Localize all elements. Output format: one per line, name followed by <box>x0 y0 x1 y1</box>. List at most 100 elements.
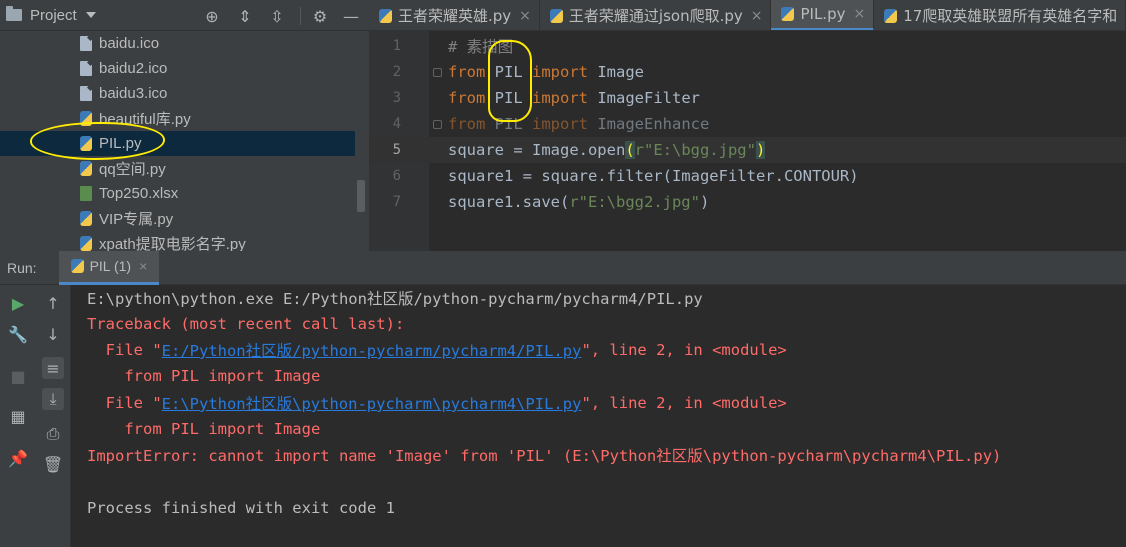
code-segment: ) <box>699 193 710 211</box>
arrow-up-icon[interactable]: ↑ <box>42 292 64 314</box>
chevron-down-icon[interactable] <box>85 12 96 18</box>
module-name: PIL <box>485 115 532 133</box>
python-file-icon <box>80 111 92 126</box>
rerun-icon[interactable]: ▶ <box>7 292 29 314</box>
editor-tab-label: 王者荣耀通过json爬取.py <box>568 7 743 25</box>
close-icon[interactable]: × <box>139 258 147 274</box>
minimize-icon[interactable]: — <box>341 6 361 26</box>
gear-icon[interactable]: ⚙ <box>310 6 330 26</box>
python-file-icon <box>884 8 898 23</box>
import-name: ImageEnhance <box>588 115 710 133</box>
editor-tab-label: 王者荣耀英雄.py <box>398 7 512 25</box>
editor: 王者荣耀英雄.py × 王者荣耀通过json爬取.py × PIL.py × 17爬取英雄联… <box>369 0 1126 251</box>
run-toolbar-primary: ▶ 🔧 ■ ▦ 📌 <box>0 285 36 547</box>
tree-item-label: PIL.py <box>99 135 142 152</box>
keyword: from <box>448 115 486 133</box>
file-link[interactable]: E:\Python社区版\python-pycharm\pycharm4\PIL… <box>162 392 582 414</box>
tree-item-label: Top250.xlsx <box>99 185 179 202</box>
editor-tab[interactable]: 王者荣耀通过json爬取.py × <box>540 0 772 30</box>
tree-item[interactable]: Top250.xlsx <box>0 181 355 206</box>
tree-item-label: beautiful库.py <box>99 111 191 128</box>
code-line-3[interactable]: 3 from PIL import ImageFilter <box>369 85 1126 111</box>
python-file-icon <box>549 8 563 23</box>
arrow-down-icon[interactable]: ↓ <box>42 323 64 345</box>
console-line-code-1: from PIL import Image <box>87 367 321 385</box>
print-icon[interactable]: ⎙ <box>42 423 64 445</box>
tree-item[interactable]: beautiful库.py <box>0 106 355 131</box>
tree-item[interactable]: VIP专属.py <box>0 206 355 231</box>
run-toolbar-secondary: ↑ ↓ ≡ ⤓ ⎙ 🗑 <box>36 285 71 547</box>
scroll-to-end-icon[interactable]: ⤓ <box>42 388 64 410</box>
locate-icon[interactable]: ⊕ <box>202 6 222 26</box>
python-file-icon <box>379 8 392 23</box>
code-line-7[interactable]: 7 square1.save(r"E:\bgg2.jpg") <box>369 189 1126 215</box>
import-name: ImageFilter <box>588 89 700 107</box>
keyword: from <box>448 63 486 81</box>
tree-item-label: VIP专属.py <box>99 211 174 228</box>
console-text: File " <box>87 341 162 359</box>
code-segment: square = Image.open <box>448 141 626 159</box>
code-line-6[interactable]: 6 square1 = square.filter(ImageFilter.CO… <box>369 163 1126 189</box>
pin-icon[interactable]: 📌 <box>7 447 29 469</box>
python-file-icon <box>80 211 92 226</box>
image-file-icon <box>80 61 92 76</box>
tree-item-label: xpath提取电影名字.py <box>99 236 246 251</box>
tree-item[interactable]: xpath提取电影名字.py <box>0 231 355 251</box>
line-number: 5 <box>392 142 401 158</box>
code-area[interactable]: 1 # 素描图 2 from PIL import Image 3 from P… <box>369 31 1126 251</box>
tree-item[interactable]: baidu2.ico <box>0 56 355 81</box>
layout-icon[interactable]: ▦ <box>7 405 29 427</box>
fold-icon[interactable] <box>433 67 442 77</box>
image-file-icon <box>80 36 92 51</box>
code-line-1[interactable]: 1 # 素描图 <box>369 33 1126 59</box>
close-icon[interactable]: × <box>853 6 865 22</box>
tree-scrollbar[interactable] <box>357 180 365 212</box>
close-icon[interactable]: × <box>751 8 763 24</box>
file-link[interactable]: E:/Python社区版/python-pycharm/pycharm4/PIL… <box>162 339 582 361</box>
console-text: File " <box>87 394 162 412</box>
run-header: Run: PIL (1) × <box>0 250 1126 285</box>
import-name: Image <box>588 63 644 81</box>
stop-icon[interactable]: ■ <box>7 365 29 387</box>
editor-tab-bar: 王者荣耀英雄.py × 王者荣耀通过json爬取.py × PIL.py × 17爬取英雄联… <box>369 0 1126 31</box>
python-file-icon <box>80 161 92 176</box>
code-line-5[interactable]: 5 square = Image.open(r"E:\bgg.jpg") <box>369 137 1126 163</box>
image-file-icon <box>80 86 92 101</box>
close-icon[interactable]: × <box>519 8 531 24</box>
tree-item[interactable]: baidu3.ico <box>0 81 355 106</box>
code-text: from PIL import Image <box>448 63 644 81</box>
expand-all-icon[interactable]: ⇕ <box>235 6 255 26</box>
code-text: square = Image.open(r"E:\bgg.jpg") <box>448 141 766 159</box>
fold-icon[interactable] <box>433 119 442 129</box>
keyword: import <box>532 63 588 81</box>
console-output[interactable]: E:\python\python.exe E:/Python社区版/python… <box>71 285 1126 547</box>
soft-wrap-icon[interactable]: ≡ <box>42 357 64 379</box>
code-text: square1 = square.filter(ImageFilter.CONT… <box>448 167 859 185</box>
console-line-traceback: Traceback (most recent call last): <box>87 315 405 333</box>
tree-item[interactable]: qq空间.py <box>0 156 355 181</box>
code-segment: square1.save( <box>448 193 570 211</box>
editor-tab-label: 17爬取英雄联盟所有英雄名字和 <box>903 7 1118 25</box>
paren-highlight: ( <box>625 141 635 159</box>
tree-item[interactable]: baidu.ico <box>0 31 355 56</box>
run-tab[interactable]: PIL (1) × <box>58 250 160 285</box>
code-text: square1.save(r"E:\bgg2.jpg") <box>448 193 709 211</box>
comment: # 素描图 <box>448 38 514 56</box>
project-title[interactable]: Project <box>30 7 77 24</box>
tree-item-label: baidu.ico <box>99 35 160 52</box>
editor-tab[interactable]: 王者荣耀英雄.py × <box>369 0 540 30</box>
python-file-icon <box>80 136 92 151</box>
file-tree: baidu.ico baidu2.ico baidu3.ico beautiful库.… <box>0 31 355 251</box>
run-tab-label: PIL (1) <box>89 258 132 274</box>
code-line-2[interactable]: 2 from PIL import Image <box>369 59 1126 85</box>
editor-tab[interactable]: PIL.py × <box>771 0 875 30</box>
editor-tab[interactable]: 17爬取英雄联盟所有英雄名字和 <box>874 0 1126 30</box>
collapse-all-icon[interactable]: ⇳ <box>267 6 287 26</box>
trash-icon[interactable]: 🗑 <box>42 453 64 475</box>
tree-item[interactable]: PIL.py <box>0 131 355 156</box>
wrench-icon[interactable]: 🔧 <box>7 323 29 345</box>
code-line-4[interactable]: 4 from PIL import ImageEnhance <box>369 111 1126 137</box>
console-line-file-2: File " E:\Python社区版\python-pycharm\pychar… <box>87 390 787 416</box>
string-literal: r"E:\bgg.jpg" <box>634 141 756 159</box>
line-number: 2 <box>392 64 401 80</box>
